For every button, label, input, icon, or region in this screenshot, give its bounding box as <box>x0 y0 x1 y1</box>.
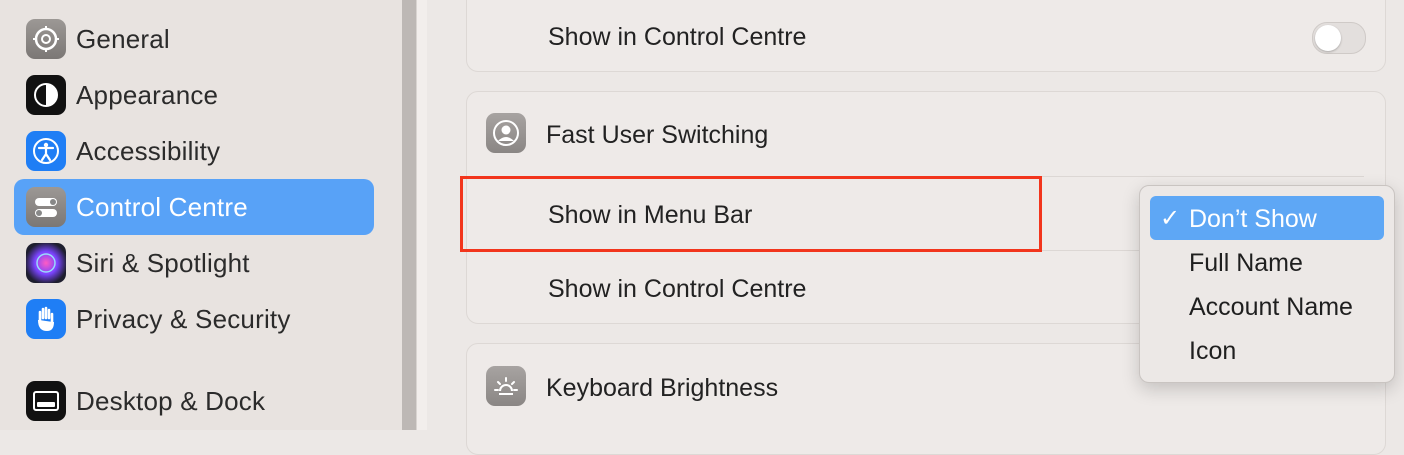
highlight-box <box>460 176 1042 252</box>
control-centre-icon <box>26 187 66 227</box>
sidebar-item-privacy-security[interactable]: Privacy & Security <box>14 291 374 347</box>
menu-option-label: Don’t Show <box>1189 205 1317 233</box>
sidebar-item-accessibility[interactable]: Accessibility <box>14 123 374 179</box>
sidebar-item-control-centre[interactable]: Control Centre <box>14 179 374 235</box>
sidebar-item-label: Accessibility <box>76 135 221 166</box>
keyboard-brightness-title: Keyboard Brightness <box>546 374 779 402</box>
sidebar-item-siri-spotlight[interactable]: Siri & Spotlight <box>14 235 374 291</box>
sidebar-item-label: Control Centre <box>76 191 248 222</box>
brightness-icon <box>486 366 526 406</box>
control-centre-module-card: Show in Control Centre <box>466 0 1386 72</box>
sidebar-item-label: Privacy & Security <box>76 303 291 334</box>
show-in-control-centre-label: Show in Control Centre <box>548 23 807 51</box>
toggle-knob <box>1315 25 1341 51</box>
sidebar-item-label: Desktop & Dock <box>76 385 266 416</box>
menu-option-dont-show[interactable]: ✓ Don’t Show <box>1150 196 1384 240</box>
sidebar-item-label: General <box>76 23 170 54</box>
accessibility-icon <box>26 131 66 171</box>
menu-option-label: Account Name <box>1189 293 1353 321</box>
sidebar: General Appearance Accessibility Control… <box>0 0 402 430</box>
siri-icon <box>26 243 66 283</box>
sidebar-divider[interactable] <box>402 0 416 430</box>
menu-option-icon[interactable]: Icon <box>1150 328 1384 372</box>
menu-option-label: Full Name <box>1189 249 1303 277</box>
sidebar-item-desktop-dock[interactable]: Desktop & Dock <box>14 373 374 429</box>
show-in-control-centre-toggle[interactable] <box>1312 22 1366 54</box>
dock-icon <box>26 381 66 421</box>
menu-option-account-name[interactable]: Account Name <box>1150 284 1384 328</box>
show-in-menu-bar-dropdown[interactable]: ✓ Don’t Show Full Name Account Name Icon <box>1139 185 1395 383</box>
fast-user-switching-title: Fast User Switching <box>546 121 769 149</box>
user-icon <box>486 113 526 153</box>
show-in-control-centre-label: Show in Control Centre <box>548 275 807 303</box>
sidebar-item-label: Siri & Spotlight <box>76 247 250 278</box>
menu-option-full-name[interactable]: Full Name <box>1150 240 1384 284</box>
appearance-icon <box>26 75 66 115</box>
content-edge <box>416 0 427 430</box>
checkmark-icon: ✓ <box>1160 205 1181 232</box>
hand-icon <box>26 299 66 339</box>
menu-option-label: Icon <box>1189 337 1237 365</box>
sidebar-item-general[interactable]: General <box>14 11 374 67</box>
sidebar-item-appearance[interactable]: Appearance <box>14 67 374 123</box>
sidebar-item-label: Appearance <box>76 79 219 110</box>
gear-icon <box>26 19 66 59</box>
